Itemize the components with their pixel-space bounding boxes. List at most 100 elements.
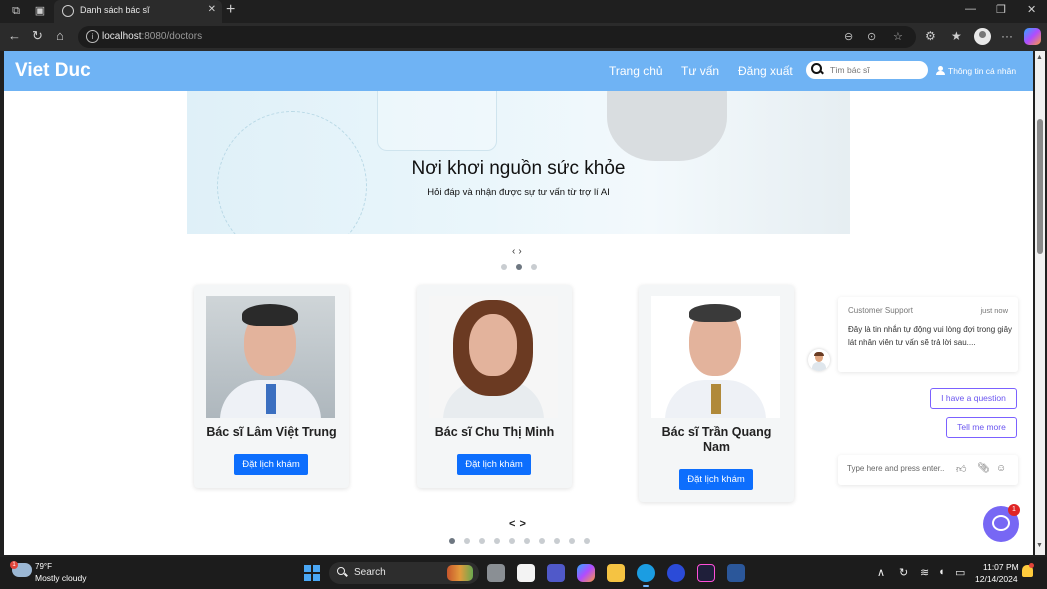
profile-link[interactable]: Thông tin cá nhân: [936, 65, 1016, 76]
hero-banner: Nơi khơi nguồn sức khỏe Hỏi đáp và nhận …: [187, 91, 850, 234]
reader-icon[interactable]: ⊙: [867, 30, 876, 43]
store-icon[interactable]: [517, 564, 535, 582]
doctor-photo: [651, 296, 780, 418]
copilot-app-icon[interactable]: [577, 564, 595, 582]
taskbar: 1 79°F Mostly cloudy Search ∧ ↻ ≋ ◖ ▭ 11…: [0, 557, 1047, 589]
doctor-carousel-dot[interactable]: [479, 538, 485, 544]
hero-hand-graphic: [607, 91, 727, 161]
nav-consult-link[interactable]: Tư vấn: [681, 64, 719, 78]
word-icon[interactable]: [727, 564, 745, 582]
wifi-icon[interactable]: ≋: [920, 566, 929, 579]
app-icon-blue[interactable]: [667, 564, 685, 582]
start-button[interactable]: [304, 565, 320, 581]
doctor-carousel-dot[interactable]: [464, 538, 470, 544]
edge-icon[interactable]: [637, 564, 655, 587]
battery-icon[interactable]: ▭: [955, 566, 965, 579]
close-window-icon[interactable]: ✕: [1027, 3, 1036, 16]
hero-dot[interactable]: [501, 264, 507, 270]
zoom-icon[interactable]: ⊖: [844, 30, 853, 43]
book-appointment-button[interactable]: Đặt lịch khám: [679, 469, 753, 490]
teams-icon[interactable]: [547, 564, 565, 582]
doctor-prev-button[interactable]: <: [509, 518, 519, 530]
emoji-icon[interactable]: ☺: [996, 463, 1006, 474]
scroll-up-icon[interactable]: ▲: [1036, 54, 1043, 61]
thumbs-up-icon[interactable]: 👍︎: [956, 463, 966, 475]
clock-time[interactable]: 11:07 PM: [983, 562, 1019, 572]
intellij-icon[interactable]: [697, 564, 715, 582]
tab-close-icon[interactable]: ✕: [208, 4, 216, 15]
refresh-icon[interactable]: ↻: [32, 28, 43, 44]
weather-badge: 1: [10, 561, 18, 569]
doctor-carousel-dot[interactable]: [509, 538, 515, 544]
book-appointment-button[interactable]: Đặt lịch khám: [457, 454, 531, 475]
profile-avatar[interactable]: [974, 28, 991, 45]
tray-sync-icon[interactable]: ↻: [899, 566, 908, 579]
workspaces-icon[interactable]: ⧉: [7, 3, 25, 20]
weather-temperature: 79°F: [35, 562, 52, 571]
minimize-icon[interactable]: —: [965, 3, 976, 15]
copilot-icon[interactable]: [1024, 28, 1041, 45]
doctor-name: Bác sĩ Chu Thị Minh: [434, 425, 555, 439]
search-icon: [811, 63, 823, 75]
chat-message: Customer Support just now Đây là tin nhắ…: [838, 297, 1018, 372]
attach-icon[interactable]: 📎︎: [977, 463, 990, 474]
quick-reply-question[interactable]: I have a question: [930, 388, 1017, 409]
notification-bell-icon[interactable]: [1022, 563, 1034, 577]
browser-tab-bar: ⧉ ▣ Danh sách bác sĩ ✕ + — ❐ ✕: [0, 0, 1047, 23]
tray-overflow-icon[interactable]: ∧: [877, 566, 885, 579]
doctor-carousel-dot[interactable]: [539, 538, 545, 544]
hero-chart-graphic: [377, 91, 497, 151]
doctor-carousel-dot[interactable]: [584, 538, 590, 544]
extensions-icon[interactable]: ⚙: [925, 29, 936, 43]
hero-dot[interactable]: [516, 264, 522, 270]
new-tab-icon[interactable]: +: [226, 1, 235, 19]
doctor-carousel-dot[interactable]: [524, 538, 530, 544]
task-view-icon[interactable]: [487, 564, 505, 582]
support-avatar: [808, 349, 830, 371]
search-icon: [337, 567, 347, 577]
hero-subtitle: Hỏi đáp và nhận được sự tư vấn từ trợ lí…: [427, 187, 610, 198]
file-explorer-icon[interactable]: [607, 564, 625, 582]
chat-launcher-button[interactable]: 1: [983, 504, 1020, 542]
nav-logout-link[interactable]: Đăng xuất: [738, 64, 793, 78]
doctor-next-button[interactable]: >: [519, 518, 529, 530]
doctor-search-input[interactable]: [830, 63, 924, 77]
doctor-carousel-dot[interactable]: [449, 538, 455, 544]
doctor-carousel-nav: <>: [509, 518, 530, 530]
clock-date[interactable]: 12/14/2024: [975, 574, 1018, 584]
doctor-name: Bác sĩ Trần Quang Nam: [661, 425, 772, 454]
doctor-search: [806, 61, 928, 79]
doctor-card: Bác sĩ Trần Quang Nam Đặt lịch khám: [639, 285, 794, 502]
scroll-thumb[interactable]: [1037, 119, 1043, 254]
taskbar-search-label: Search: [354, 567, 386, 578]
hero-next-button[interactable]: ›: [518, 246, 524, 257]
chat-input[interactable]: [847, 464, 952, 473]
brand-logo[interactable]: Viet Duc: [15, 60, 91, 82]
hero-dot[interactable]: [531, 264, 537, 270]
doctor-carousel-dot[interactable]: [554, 538, 560, 544]
address-bar[interactable]: i localhost:8080/doctors ⊖ ⊙ ☆: [78, 26, 916, 48]
nav-home-link[interactable]: Trang chủ: [609, 64, 663, 78]
chat-input-bar: 👍︎ 📎︎ ☺: [838, 455, 1018, 485]
page-scrollbar[interactable]: ▲ ▼: [1035, 51, 1045, 555]
book-appointment-button[interactable]: Đặt lịch khám: [234, 454, 308, 475]
favorite-star-icon[interactable]: ☆: [893, 30, 903, 43]
restore-icon[interactable]: ❐: [996, 3, 1006, 16]
site-info-icon[interactable]: i: [86, 30, 99, 43]
volume-icon[interactable]: ◖: [938, 566, 945, 578]
favorites-icon[interactable]: ★: [951, 29, 962, 43]
home-icon[interactable]: ⌂: [56, 28, 64, 43]
user-icon: [936, 66, 945, 75]
globe-icon: [62, 5, 74, 17]
browser-toolbar: ← ↻ ⌂ i localhost:8080/doctors ⊖ ⊙ ☆ ⚙ ★…: [0, 23, 1047, 51]
scroll-down-icon[interactable]: ▼: [1036, 542, 1043, 549]
tab-actions-icon[interactable]: ▣: [31, 3, 49, 20]
more-menu-icon[interactable]: ···: [1001, 29, 1013, 43]
doctor-carousel-dot[interactable]: [569, 538, 575, 544]
browser-tab[interactable]: Danh sách bác sĩ ✕: [54, 0, 222, 23]
taskbar-search[interactable]: Search: [329, 562, 479, 584]
back-icon[interactable]: ←: [8, 28, 21, 43]
hero-nav: ‹›: [512, 246, 525, 257]
doctor-carousel-dot[interactable]: [494, 538, 500, 544]
quick-reply-tell-more[interactable]: Tell me more: [946, 417, 1017, 438]
